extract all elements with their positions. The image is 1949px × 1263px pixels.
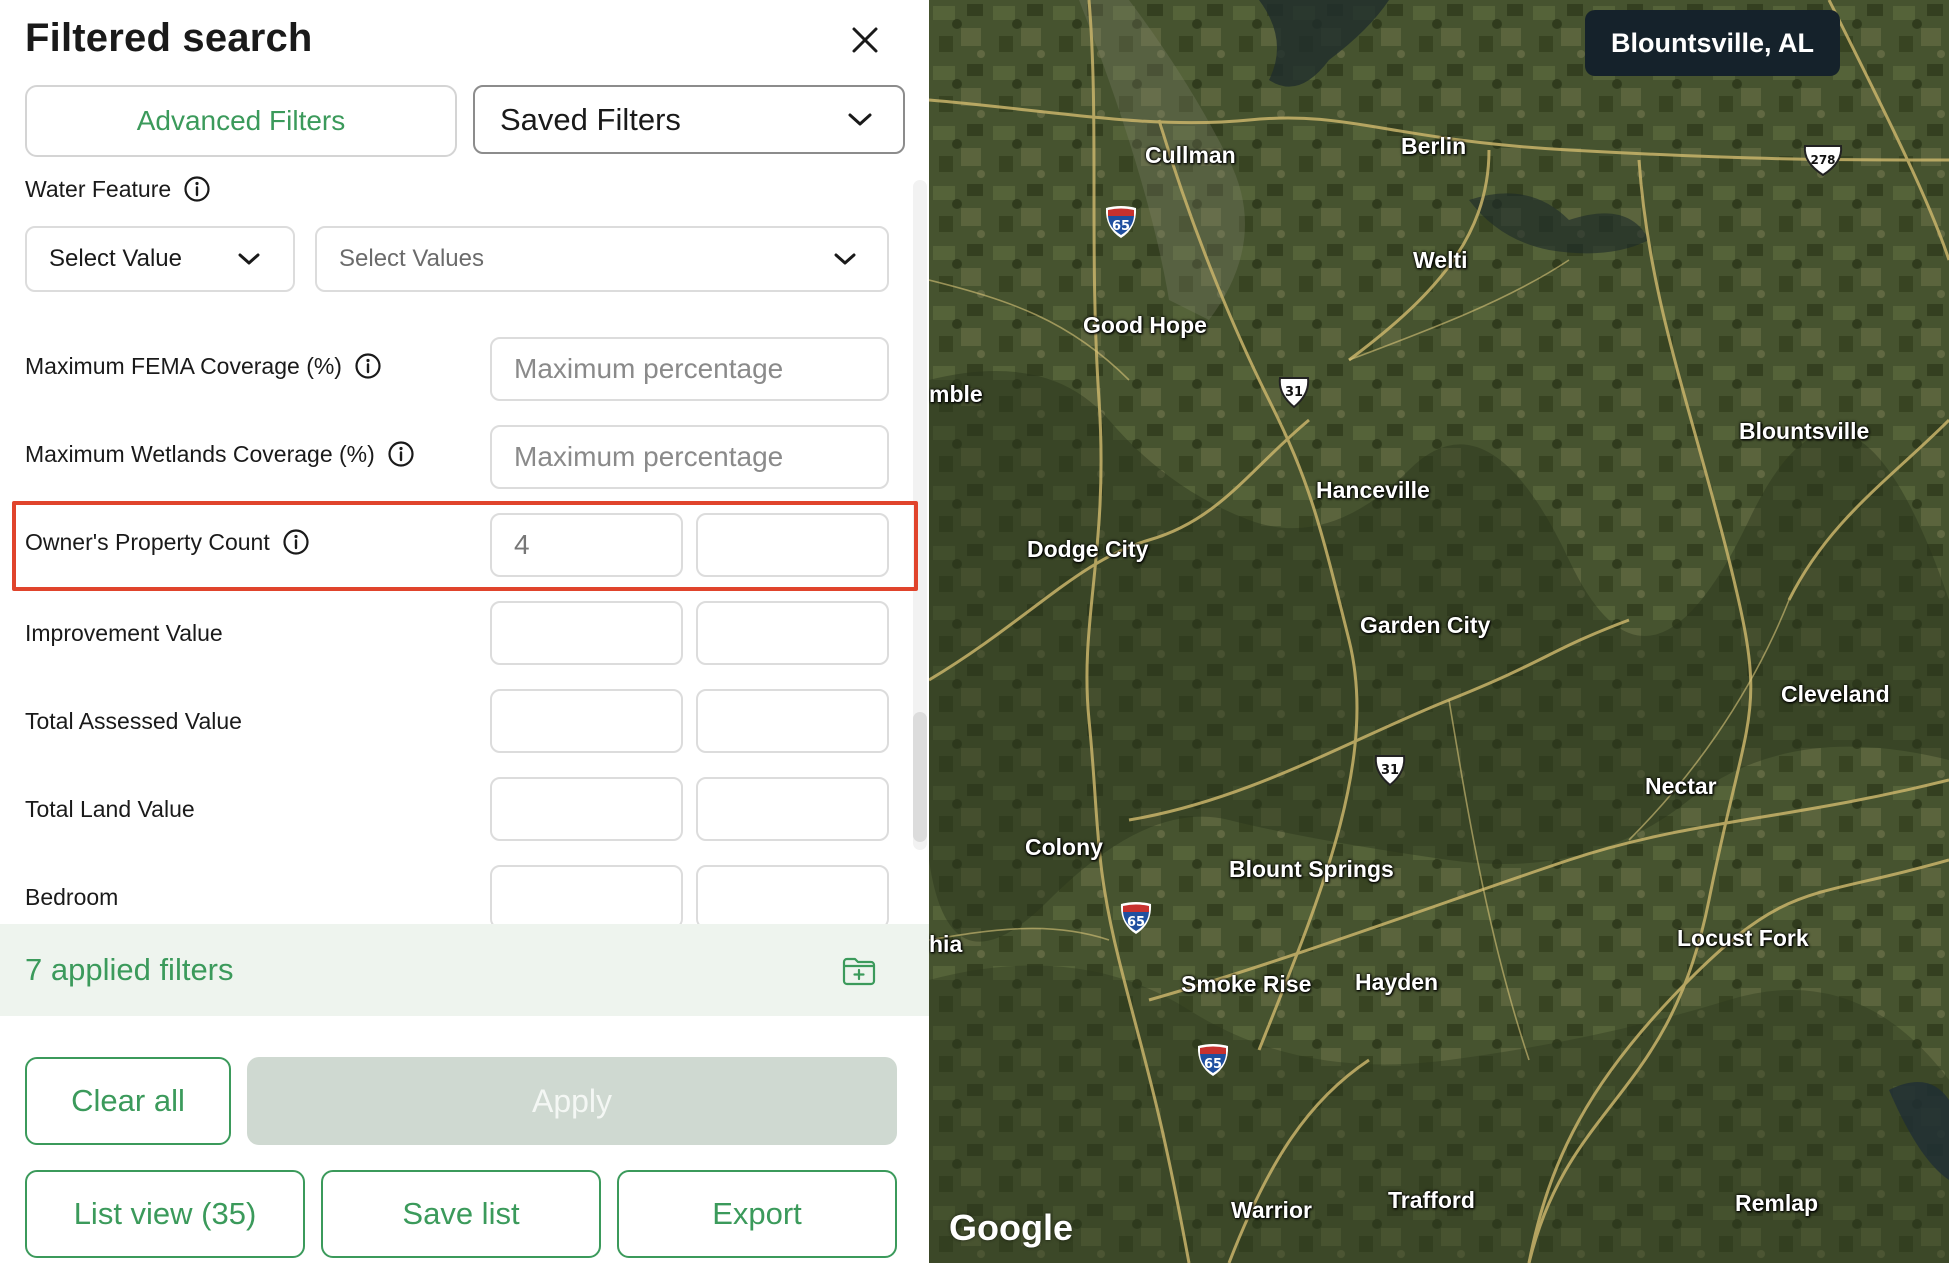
owner-count-max-input[interactable] <box>696 513 889 577</box>
map-label-mble: mble <box>929 381 983 407</box>
total-assessed-min-input[interactable] <box>490 689 683 753</box>
info-icon[interactable] <box>282 528 310 556</box>
chevron-down-icon <box>238 253 260 265</box>
svg-text:31: 31 <box>1381 763 1399 778</box>
map-label-good-hope: Good Hope <box>1083 312 1207 338</box>
applied-filters-count: 7 applied filters <box>25 952 234 987</box>
apply-button[interactable]: Apply <box>247 1057 897 1145</box>
close-button[interactable] <box>845 20 885 60</box>
fema-label-text: Maximum FEMA Coverage (%) <box>25 352 342 379</box>
select-values-placeholder: Select Values <box>339 245 484 272</box>
chevron-down-icon <box>834 253 856 265</box>
map-label-colony: Colony <box>1025 834 1103 860</box>
page-title: Filtered search <box>25 16 313 60</box>
filter-panel: Filtered search Advanced Filters Saved F… <box>0 0 929 1263</box>
us-route-shield-icon: 31 <box>1372 752 1408 788</box>
select-value-text: Select Value <box>49 245 182 272</box>
info-icon[interactable] <box>354 352 382 380</box>
svg-text:65: 65 <box>1127 915 1145 930</box>
save-list-button[interactable]: Save list <box>321 1170 601 1258</box>
owner-property-count-label: Owner's Property Count <box>25 528 310 556</box>
close-icon <box>852 27 878 53</box>
svg-text:65: 65 <box>1204 1057 1222 1072</box>
map-label-warrior: Warrior <box>1231 1197 1312 1223</box>
owner-count-label-text: Owner's Property Count <box>25 528 270 555</box>
satellite-map[interactable]: Blountsville, AL Cullman Berlin Welti Go… <box>929 0 1949 1263</box>
fema-coverage-label: Maximum FEMA Coverage (%) <box>25 352 382 380</box>
map-label-berlin: Berlin <box>1401 133 1467 159</box>
svg-text:278: 278 <box>1810 153 1835 167</box>
map-label-nectar: Nectar <box>1645 773 1717 799</box>
export-button[interactable]: Export <box>617 1170 897 1258</box>
interstate-shield-icon: 65 <box>1118 900 1154 936</box>
map-label-smoke-rise: Smoke Rise <box>1181 971 1312 997</box>
us-route-shield-icon: 278 <box>1801 142 1845 178</box>
applied-filters-bar: 7 applied filters <box>0 924 929 1016</box>
total-land-min-input[interactable] <box>490 777 683 841</box>
map-label-cullman: Cullman <box>1145 142 1236 168</box>
folder-add-icon[interactable] <box>839 950 879 990</box>
bedroom-min-input[interactable] <box>490 865 683 924</box>
info-icon[interactable] <box>183 175 211 203</box>
improvement-max-input[interactable] <box>696 601 889 665</box>
total-assessed-max-input[interactable] <box>696 689 889 753</box>
map-label-remlap: Remlap <box>1735 1190 1819 1216</box>
scrollbar-thumb[interactable] <box>913 712 927 842</box>
map-label-locust-fork: Locust Fork <box>1677 925 1809 951</box>
wetlands-label-text: Maximum Wetlands Coverage (%) <box>25 440 375 467</box>
interstate-shield-icon: 65 <box>1195 1042 1231 1078</box>
info-icon[interactable] <box>387 440 415 468</box>
location-badge: Blountsville, AL <box>1585 10 1841 76</box>
total-land-value-label: Total Land Value <box>25 796 195 822</box>
map-label-blount-springs: Blount Springs <box>1229 856 1394 882</box>
chevron-down-icon <box>848 113 872 125</box>
total-assessed-value-label: Total Assessed Value <box>25 708 242 734</box>
bedroom-inputs-clip <box>0 865 929 924</box>
interstate-shield-icon: 65 <box>1103 204 1139 240</box>
water-feature-operator-select[interactable]: Select Value <box>25 226 295 292</box>
saved-filters-label: Saved Filters <box>500 101 681 137</box>
wetlands-coverage-label: Maximum Wetlands Coverage (%) <box>25 440 415 468</box>
map-label-dodge-city: Dodge City <box>1027 536 1149 562</box>
map-label-welti: Welti <box>1413 247 1468 273</box>
map-label-hayden: Hayden <box>1355 969 1439 995</box>
list-view-button[interactable]: List view (35) <box>25 1170 305 1258</box>
us-route-shield-icon: 31 <box>1276 374 1312 410</box>
google-attribution: Google <box>949 1207 1073 1248</box>
svg-text:65: 65 <box>1112 219 1130 234</box>
wetlands-coverage-input[interactable] <box>490 425 889 489</box>
water-feature-values-select[interactable]: Select Values <box>315 226 889 292</box>
map-label-garden-city: Garden City <box>1360 612 1491 638</box>
improvement-value-label: Improvement Value <box>25 620 223 646</box>
clear-all-button[interactable]: Clear all <box>25 1057 231 1145</box>
map-label-cleveland: Cleveland <box>1781 681 1890 707</box>
saved-filters-dropdown[interactable]: Saved Filters <box>473 85 905 154</box>
svg-text:31: 31 <box>1285 385 1303 400</box>
map-label-hanceville: Hanceville <box>1316 477 1430 503</box>
bedroom-max-input[interactable] <box>696 865 889 924</box>
map-label-hia: hia <box>929 931 963 957</box>
water-feature-label: Water Feature <box>25 175 211 203</box>
map-label-trafford: Trafford <box>1388 1187 1475 1213</box>
total-land-max-input[interactable] <box>696 777 889 841</box>
owner-count-min-input[interactable] <box>490 513 683 577</box>
fema-coverage-input[interactable] <box>490 337 889 401</box>
map-label-blountsville: Blountsville <box>1739 418 1870 444</box>
tab-advanced-filters[interactable]: Advanced Filters <box>25 85 457 157</box>
improvement-min-input[interactable] <box>490 601 683 665</box>
water-feature-text: Water Feature <box>25 175 172 202</box>
